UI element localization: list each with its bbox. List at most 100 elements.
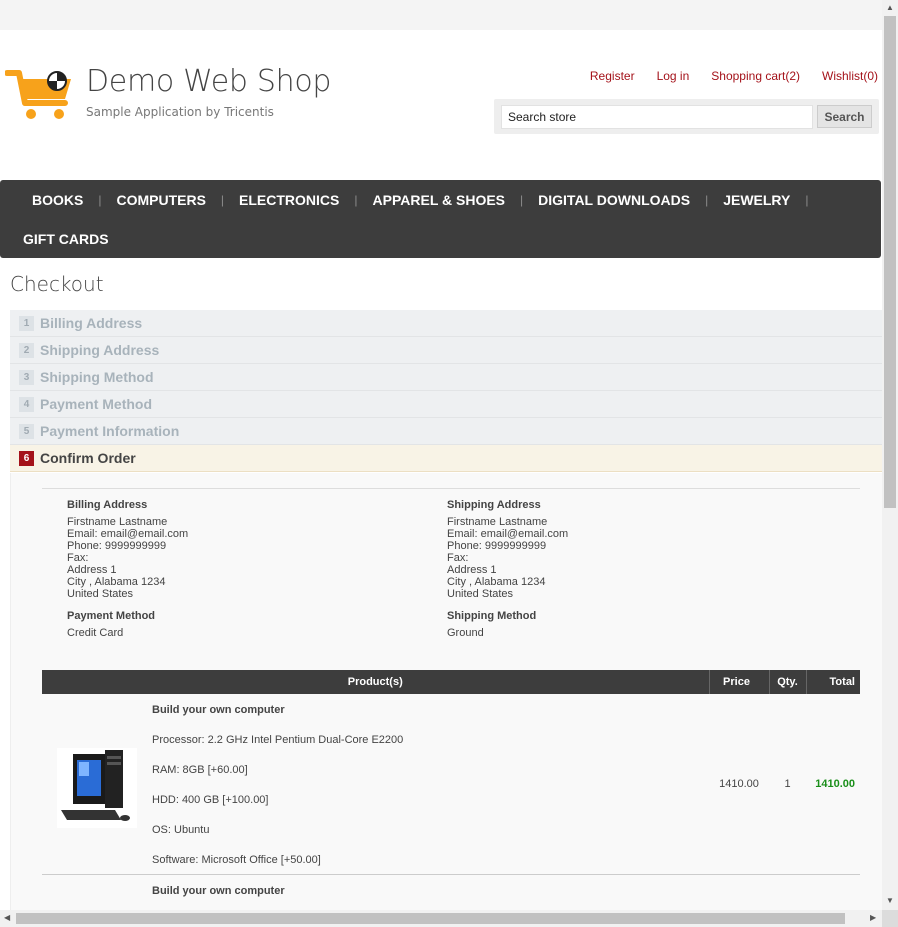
menu-item-jewelry[interactable]: JEWELRY	[723, 192, 790, 208]
wishlist-link[interactable]: Wishlist(0)	[822, 69, 878, 83]
menu-separator: |	[520, 192, 524, 207]
vertical-scrollbar[interactable]: ▲ ▼	[882, 0, 898, 910]
scroll-up-icon[interactable]: ▲	[886, 3, 894, 12]
step-number: 5	[19, 423, 34, 439]
step-billing-address[interactable]: 1 Billing Address	[10, 310, 882, 337]
menu-item-gift-cards[interactable]: GIFT CARDS	[23, 231, 109, 247]
step-confirm-order[interactable]: 6 Confirm Order	[10, 445, 882, 472]
shipping-fax: Fax:	[447, 552, 469, 564]
menu-item-computers[interactable]: COMPUTERS	[116, 192, 205, 208]
shopping-cart-icon[interactable]	[5, 67, 75, 125]
step-shipping-address[interactable]: 2 Shipping Address	[10, 337, 882, 364]
page-content: Demo Web Shop Sample Application by Tric…	[0, 30, 882, 910]
product-price: 1410.00	[719, 778, 759, 790]
shipping-email: Email: email@email.com	[447, 528, 569, 540]
page-title: Checkout	[10, 272, 104, 296]
shop-subtitle: Sample Application by Tricentis	[86, 105, 274, 119]
shop-title[interactable]: Demo Web Shop	[86, 64, 331, 99]
billing-info: Billing Address Firstname Lastname Email…	[67, 499, 407, 639]
menu-separator: |	[805, 192, 809, 207]
billing-address-line: Address 1	[67, 564, 117, 576]
menu-row-1: BOOKS | COMPUTERS | ELECTRONICS | APPARE…	[32, 180, 823, 219]
shipping-info: Shipping Address Firstname Lastname Emai…	[447, 499, 787, 639]
desktop-computer-image[interactable]	[57, 747, 137, 828]
payment-method-value: Credit Card	[67, 627, 124, 639]
step-number: 3	[19, 369, 34, 385]
product-name-link[interactable]: Build your own computer	[152, 704, 709, 716]
login-link[interactable]: Log in	[657, 69, 690, 83]
menu-separator: |	[220, 192, 225, 207]
step-payment-method[interactable]: 4 Payment Method	[10, 391, 882, 418]
billing-address-title: Billing Address	[67, 499, 148, 511]
shipping-phone: Phone: 9999999999	[447, 540, 547, 552]
col-qty: Qty.	[768, 670, 806, 694]
menu-item-books[interactable]: BOOKS	[32, 192, 83, 208]
step-title: Confirm Order	[40, 450, 136, 466]
product-attribute-software: Software: Microsoft Office [+50.00]	[152, 854, 321, 866]
menu-item-apparel-shoes[interactable]: APPAREL & SHOES	[373, 192, 506, 208]
col-total: Total	[805, 670, 860, 694]
divider	[42, 488, 860, 489]
step-number: 1	[19, 315, 34, 331]
product-attribute-processor: Processor: 2.2 GHz Intel Pentium Dual-Co…	[152, 734, 404, 746]
step-title: Shipping Address	[40, 342, 160, 358]
billing-phone: Phone: 9999999999	[67, 540, 167, 552]
product-details: Build your own computer Processor: 2.2 G…	[152, 694, 709, 875]
menu-item-electronics[interactable]: ELECTRONICS	[239, 192, 339, 208]
billing-fax: Fax:	[67, 552, 89, 564]
vertical-scroll-thumb[interactable]	[884, 16, 896, 508]
billing-city: City , Alabama 1234	[67, 576, 166, 588]
horizontal-scroll-thumb[interactable]	[16, 913, 845, 924]
step-payment-information[interactable]: 5 Payment Information	[10, 418, 882, 445]
header-links: Register Log in Shopping cart(2) Wishlis…	[590, 69, 878, 83]
search-input[interactable]	[501, 105, 813, 129]
payment-method-title: Payment Method	[67, 610, 156, 622]
product-attribute-hdd: HDD: 400 GB [+100.00]	[152, 794, 269, 806]
menu-item-digital-downloads[interactable]: DIGITAL DOWNLOADS	[538, 192, 690, 208]
cart-table: Product(s) Price Qty. Total Build your o…	[42, 670, 860, 910]
step-title: Shipping Method	[40, 369, 154, 385]
register-link[interactable]: Register	[590, 69, 635, 83]
billing-email: Email: email@email.com	[67, 528, 189, 540]
product-name-link[interactable]: Build your own computer	[152, 885, 709, 897]
product-picture-cell	[42, 694, 152, 875]
table-row: Build your own computer	[42, 875, 860, 911]
step-number: 2	[19, 342, 34, 358]
billing-country: United States	[67, 588, 134, 600]
table-row: Build your own computer Processor: 2.2 G…	[42, 694, 860, 875]
product-details: Build your own computer	[152, 875, 709, 911]
step-title: Payment Information	[40, 423, 180, 439]
product-attribute-ram: RAM: 8GB [+60.00]	[152, 764, 248, 776]
scroll-down-icon[interactable]: ▼	[886, 896, 894, 905]
menu-separator: |	[354, 192, 358, 207]
step-title: Billing Address	[40, 315, 143, 331]
search-button[interactable]: Search	[817, 105, 872, 128]
step-title: Payment Method	[40, 396, 153, 412]
shopping-cart-link[interactable]: Shopping cart(2)	[711, 69, 800, 83]
product-total: 1410.00	[815, 778, 855, 790]
shipping-method-value: Ground	[447, 627, 484, 639]
horizontal-scrollbar[interactable]: ◀ ▶	[0, 910, 882, 927]
shipping-address-line: Address 1	[447, 564, 497, 576]
step-number: 6	[19, 450, 34, 466]
product-attribute-os: OS: Ubuntu	[152, 824, 210, 836]
col-price: Price	[708, 670, 769, 694]
scroll-left-icon[interactable]: ◀	[4, 913, 10, 922]
shipping-method-title: Shipping Method	[447, 610, 537, 622]
product-picture-cell	[42, 875, 152, 911]
product-qty: 1	[784, 778, 791, 790]
scroll-right-icon[interactable]: ▶	[870, 913, 876, 922]
shipping-address-title: Shipping Address	[447, 499, 541, 511]
menu-separator: |	[98, 192, 102, 207]
step-shipping-method[interactable]: 3 Shipping Method	[10, 364, 882, 391]
scrollbar-corner	[882, 910, 898, 927]
search-box: Search	[494, 99, 879, 134]
shipping-city: City , Alabama 1234	[447, 576, 546, 588]
menu-row-2: GIFT CARDS	[23, 219, 109, 258]
shipping-name: Firstname Lastname	[447, 516, 548, 528]
top-menu: BOOKS | COMPUTERS | ELECTRONICS | APPARE…	[0, 180, 881, 258]
billing-name: Firstname Lastname	[67, 516, 168, 528]
shipping-country: United States	[447, 588, 514, 600]
confirm-order-body: Billing Address Firstname Lastname Email…	[10, 473, 882, 910]
checkout-steps: 1 Billing Address 2 Shipping Address 3 S…	[10, 310, 882, 472]
